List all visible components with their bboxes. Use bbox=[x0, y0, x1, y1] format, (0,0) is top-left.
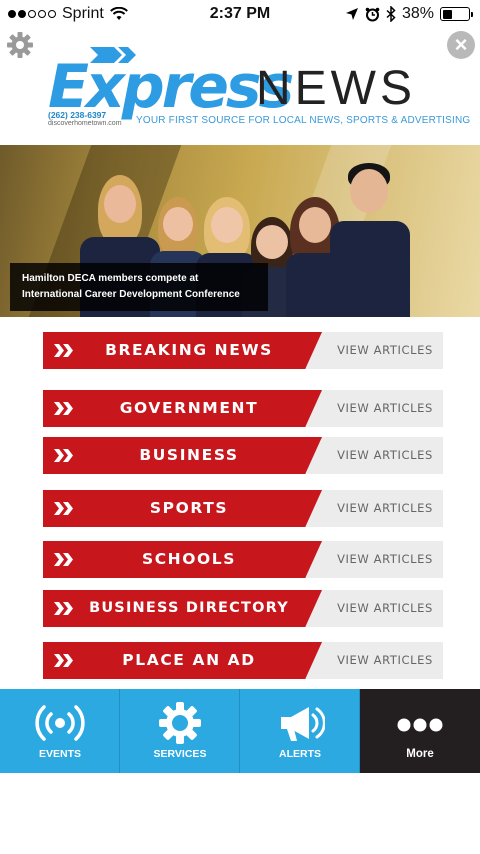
logo-phone: (262) 238-6397 bbox=[48, 110, 107, 120]
alarm-clock-icon bbox=[365, 7, 380, 21]
double-chevron-icon bbox=[54, 402, 73, 415]
view-articles-link[interactable]: VIEW ARTICLES bbox=[329, 642, 441, 679]
double-chevron-icon bbox=[54, 654, 73, 667]
wifi-icon bbox=[109, 7, 128, 20]
megaphone-icon bbox=[281, 707, 325, 741]
bottom-tab-bar: EVENTS SERVICES ALERTS More bbox=[0, 689, 480, 773]
double-chevron-icon bbox=[54, 449, 73, 462]
battery-icon bbox=[440, 7, 473, 21]
logo-website: discoverhometown.com bbox=[48, 120, 122, 127]
tab-alerts[interactable]: ALERTS bbox=[240, 689, 360, 773]
view-articles-link[interactable]: VIEW ARTICLES bbox=[329, 332, 441, 369]
double-chevron-icon bbox=[54, 553, 73, 566]
view-articles-link[interactable]: VIEW ARTICLES bbox=[329, 541, 441, 578]
section-label: PLACE AN AD bbox=[122, 651, 256, 669]
section-business[interactable]: BUSINESS VIEW ARTICLES bbox=[43, 437, 443, 474]
status-bar: Sprint 2:37 PM 38% bbox=[0, 0, 480, 28]
tab-label: ALERTS bbox=[279, 748, 321, 760]
signal-strength-icon bbox=[8, 10, 56, 18]
section-business-directory[interactable]: BUSINESS DIRECTORY VIEW ARTICLES bbox=[43, 590, 443, 627]
tab-services[interactable]: SERVICES bbox=[120, 689, 240, 773]
section-label: BREAKING NEWS bbox=[105, 341, 273, 359]
section-label: BUSINESS DIRECTORY bbox=[89, 600, 289, 616]
tab-label: EVENTS bbox=[38, 748, 81, 760]
tab-more[interactable]: More bbox=[360, 689, 480, 773]
tab-label: More bbox=[406, 748, 434, 760]
settings-gear-icon[interactable] bbox=[6, 31, 34, 59]
more-dots-icon bbox=[397, 718, 443, 732]
hero-caption-line1: Hamilton DECA members compete at bbox=[22, 273, 199, 284]
tab-events[interactable]: EVENTS bbox=[0, 689, 120, 773]
express-news-logo: Express NEWS (262) 238-6397 discoverhome… bbox=[48, 45, 470, 130]
view-articles-link[interactable]: VIEW ARTICLES bbox=[329, 490, 441, 527]
broadcast-icon bbox=[35, 705, 85, 741]
section-sports[interactable]: SPORTS VIEW ARTICLES bbox=[43, 490, 443, 527]
double-chevron-icon bbox=[54, 344, 73, 357]
view-articles-link[interactable]: VIEW ARTICLES bbox=[329, 390, 441, 427]
view-articles-link[interactable]: VIEW ARTICLES bbox=[329, 590, 441, 627]
section-label: SPORTS bbox=[149, 499, 229, 517]
section-breaking-news[interactable]: BREAKING NEWS VIEW ARTICLES bbox=[43, 332, 443, 369]
section-label: GOVERNMENT bbox=[119, 399, 259, 417]
section-label: BUSINESS bbox=[139, 446, 239, 464]
logo-tagline: YOUR FIRST SOURCE FOR LOCAL NEWS, SPORTS… bbox=[136, 115, 471, 126]
close-icon: × bbox=[454, 32, 468, 57]
status-left: Sprint bbox=[8, 5, 128, 23]
close-button[interactable]: × bbox=[447, 31, 475, 59]
view-articles-link[interactable]: VIEW ARTICLES bbox=[329, 437, 441, 474]
hero-caption-line2: International Career Development Confere… bbox=[22, 289, 240, 300]
section-schools[interactable]: SCHOOLS VIEW ARTICLES bbox=[43, 541, 443, 578]
double-chevron-icon bbox=[54, 502, 73, 515]
section-label: SCHOOLS bbox=[141, 550, 237, 568]
location-arrow-icon bbox=[345, 8, 358, 20]
section-place-an-ad[interactable]: PLACE AN AD VIEW ARTICLES bbox=[43, 642, 443, 679]
gear-icon bbox=[159, 702, 201, 744]
tab-label: SERVICES bbox=[153, 748, 207, 760]
battery-percent: 38% bbox=[401, 5, 434, 22]
logo-news-text: NEWS bbox=[256, 62, 416, 115]
section-government[interactable]: GOVERNMENT VIEW ARTICLES bbox=[43, 390, 443, 427]
status-right: 38% bbox=[345, 5, 473, 23]
battery-level bbox=[442, 9, 452, 19]
bluetooth-icon bbox=[386, 6, 396, 22]
double-chevron-icon bbox=[54, 602, 73, 615]
hero-caption: Hamilton DECA members compete at Interna… bbox=[10, 263, 268, 311]
carrier-name: Sprint bbox=[62, 5, 104, 22]
